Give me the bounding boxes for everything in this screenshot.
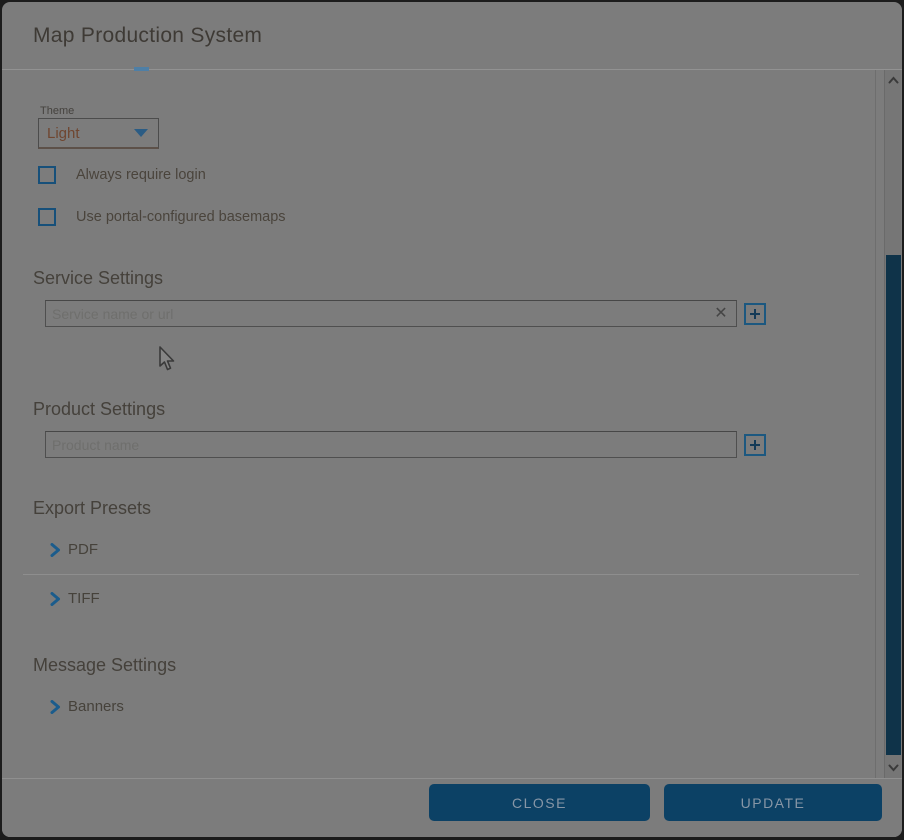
checkbox-label: Use portal-configured basemaps	[76, 209, 286, 225]
checkbox-label: Always require login	[76, 167, 206, 183]
theme-selected-value: Light	[47, 125, 134, 142]
content-scrollbar-divider	[875, 70, 876, 778]
dialog-title: Map Production System	[33, 24, 262, 48]
preset-divider	[23, 574, 859, 575]
always-require-login-checkbox[interactable]	[38, 166, 56, 184]
chevron-right-icon	[50, 543, 61, 557]
plus-icon	[749, 308, 761, 320]
export-preset-pdf-row[interactable]: PDF	[50, 541, 98, 558]
dialog-footer: CLOSE UPDATE	[2, 778, 902, 837]
always-require-login-row[interactable]: Always require login	[38, 166, 206, 184]
scroll-up-button[interactable]	[885, 72, 901, 88]
scroll-down-button[interactable]	[885, 760, 901, 776]
export-preset-tiff-row[interactable]: TIFF	[50, 590, 100, 607]
add-service-button[interactable]	[744, 303, 766, 325]
add-product-button[interactable]	[744, 434, 766, 456]
chevron-right-icon	[50, 700, 61, 714]
portal-basemaps-row[interactable]: Use portal-configured basemaps	[38, 208, 286, 226]
mouse-cursor	[158, 346, 177, 372]
export-presets-heading: Export Presets	[33, 498, 151, 519]
update-button[interactable]: UPDATE	[664, 784, 882, 821]
screen-frame: Map Production System Theme Light Always…	[0, 0, 904, 840]
service-settings-heading: Service Settings	[33, 268, 163, 289]
banners-row[interactable]: Banners	[50, 698, 124, 715]
chevron-right-icon	[50, 592, 61, 606]
product-settings-heading: Product Settings	[33, 399, 165, 420]
theme-label: Theme	[40, 105, 74, 117]
vertical-scrollbar[interactable]	[884, 70, 901, 778]
chevron-up-icon	[888, 76, 899, 84]
export-preset-label: PDF	[68, 541, 98, 558]
plus-icon	[749, 439, 761, 451]
message-settings-heading: Message Settings	[33, 655, 176, 676]
dialog-header: Map Production System	[2, 2, 902, 70]
theme-select[interactable]: Light	[38, 118, 159, 149]
banners-label: Banners	[68, 698, 124, 715]
portal-basemaps-checkbox[interactable]	[38, 208, 56, 226]
service-name-input[interactable]	[45, 300, 737, 327]
product-name-input[interactable]	[45, 431, 737, 458]
export-preset-label: TIFF	[68, 590, 100, 607]
clipped-content-sliver	[134, 67, 149, 71]
map-production-dialog: Map Production System Theme Light Always…	[2, 2, 902, 837]
chevron-down-icon	[134, 129, 148, 137]
close-button[interactable]: CLOSE	[429, 784, 650, 821]
clear-icon[interactable]: ✕	[712, 305, 730, 323]
chevron-down-icon	[888, 764, 899, 772]
scrollbar-thumb[interactable]	[886, 255, 901, 755]
